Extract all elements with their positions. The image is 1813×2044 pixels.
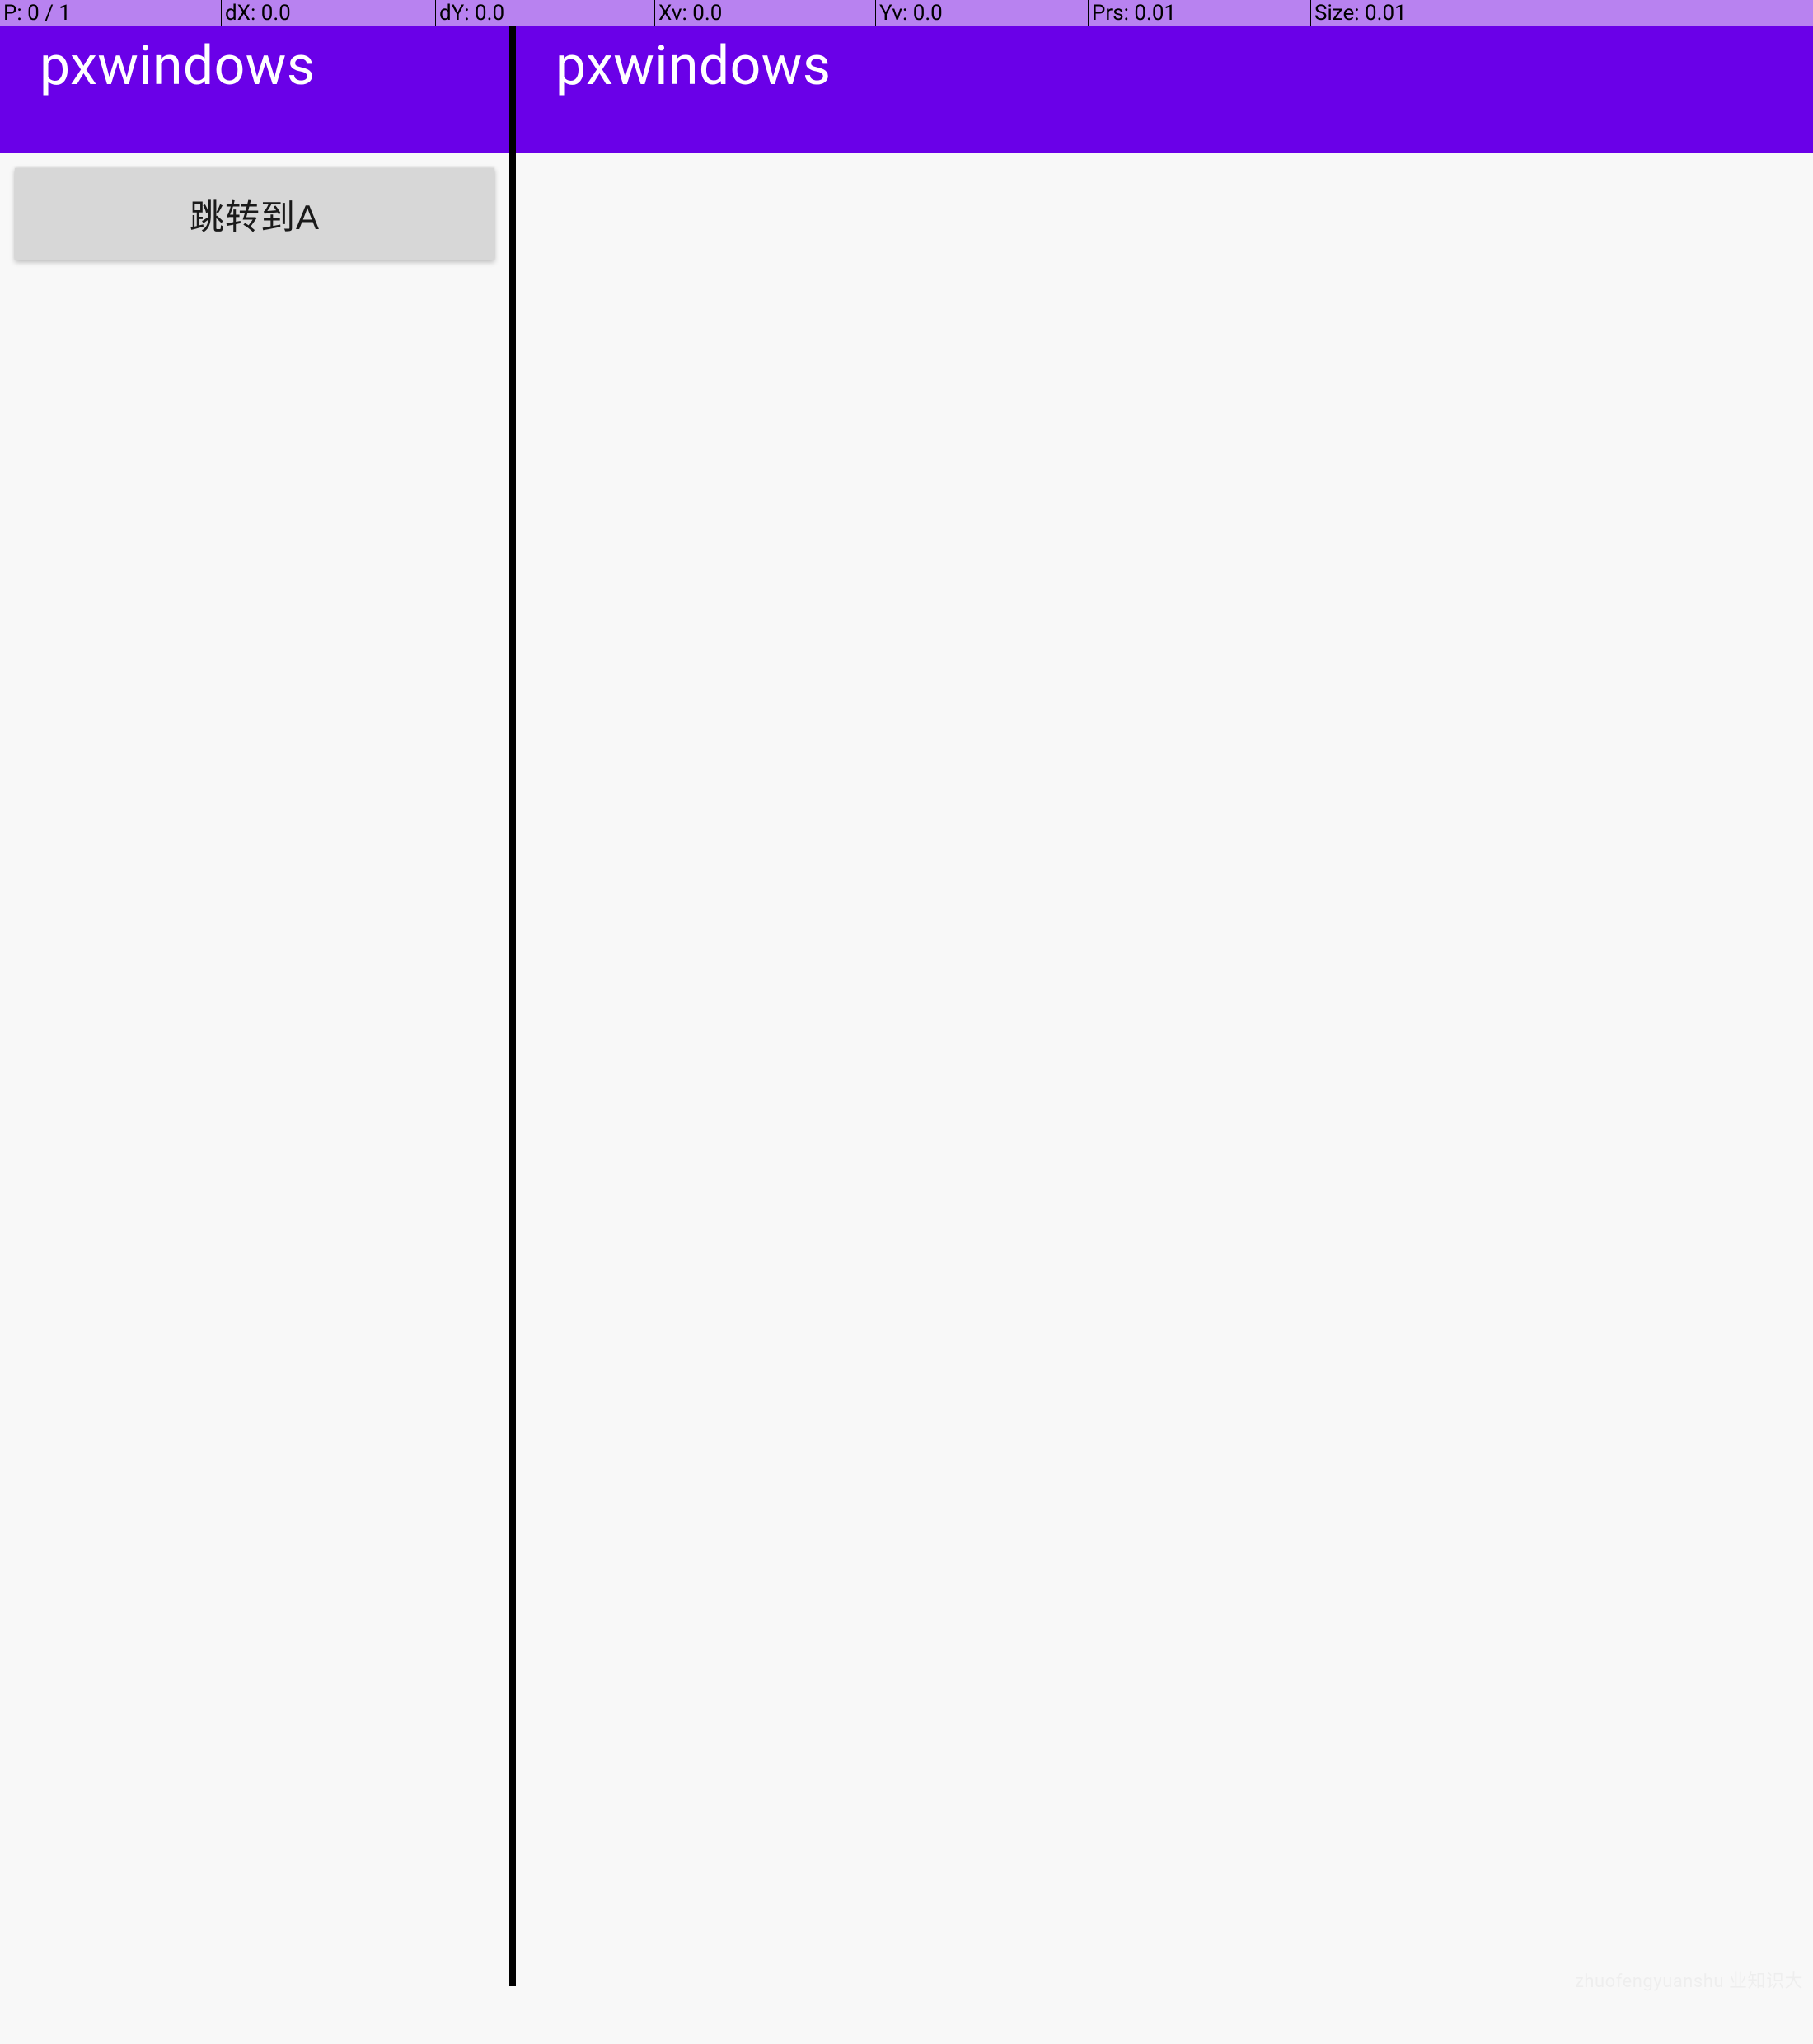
left-app-title: pxwindows: [40, 35, 315, 98]
right-content: [516, 153, 1813, 1986]
right-toolbar: pxwindows: [516, 23, 1813, 153]
pointer-debug-bar: P: 0 / 1 dX: 0.0 dY: 0.0 Xv: 0.0 Yv: 0.0…: [0, 0, 1813, 26]
left-content: 跳转到A: [0, 153, 509, 1986]
debug-dx: dX: 0.0: [221, 0, 435, 26]
debug-yv: Yv: 0.0: [875, 0, 1088, 26]
split-screen: pxwindows 跳转到A pxwindows: [0, 0, 1813, 1986]
right-pane: pxwindows: [516, 0, 1813, 1986]
left-pane: pxwindows 跳转到A: [0, 0, 509, 1986]
debug-xv: Xv: 0.0: [654, 0, 875, 26]
watermark: zhuofengyuanshu 业知识大: [1575, 1967, 1803, 1993]
jump-to-a-button[interactable]: 跳转到A: [15, 168, 494, 260]
right-app-title: pxwindows: [555, 35, 831, 98]
debug-prs: Prs: 0.01: [1088, 0, 1310, 26]
debug-size: Size: 0.01: [1310, 0, 1813, 26]
left-toolbar: pxwindows: [0, 23, 509, 153]
debug-dy: dY: 0.0: [435, 0, 654, 26]
split-divider[interactable]: [509, 0, 516, 1986]
debug-p: P: 0 / 1: [0, 0, 221, 26]
